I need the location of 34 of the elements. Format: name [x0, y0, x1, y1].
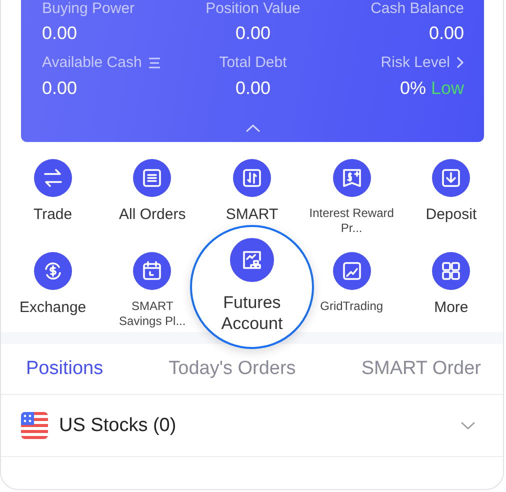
metric-label: Available Cash — [42, 54, 142, 71]
shortcut-button[interactable]: Futures Account — [190, 225, 314, 349]
metric-value: 0.00 — [428, 22, 464, 44]
chevron-up-icon[interactable] — [244, 124, 260, 133]
metric-label: Position Value — [206, 0, 300, 16]
download-icon — [440, 167, 462, 189]
risk-status: Low — [430, 78, 464, 98]
shortcut-button[interactable]: Deposit — [426, 156, 477, 223]
market-row[interactable]: US Stocks (0) — [1, 395, 503, 457]
shortcut-button[interactable]: GridTrading — [320, 249, 384, 314]
shortcut-button[interactable]: Exchange — [19, 249, 86, 316]
metric-label: Total Debt — [219, 54, 287, 71]
metric-value: 0.00 — [235, 22, 271, 44]
metric-label: Cash Balance — [370, 0, 464, 16]
list-icon — [141, 167, 164, 189]
dollar-plus-icon — [340, 167, 363, 189]
metric-label: Risk Level — [380, 54, 450, 71]
arrows-icon — [240, 167, 263, 189]
flag-icon — [21, 412, 48, 439]
chart-blocks-icon — [240, 249, 263, 271]
tab[interactable]: Positions — [26, 358, 104, 380]
metric-value: 0% — [400, 78, 426, 98]
chevron-right-icon[interactable] — [456, 56, 464, 69]
shortcut-button[interactable]: SMART — [226, 156, 278, 223]
calendar-icon — [141, 260, 164, 282]
metric-value: 0.00 — [42, 22, 78, 44]
metric-value: 0.00 — [42, 78, 78, 98]
apps-grid-icon — [440, 260, 462, 282]
metric-value: 0.00 — [235, 78, 271, 98]
menu-icon[interactable] — [148, 56, 161, 68]
shortcut-button[interactable]: All Orders — [119, 156, 186, 223]
metric-label: Buying Power — [42, 0, 135, 16]
swap-icon — [42, 167, 64, 189]
shortcut-button[interactable]: SMART Savings Pl... — [117, 249, 188, 329]
